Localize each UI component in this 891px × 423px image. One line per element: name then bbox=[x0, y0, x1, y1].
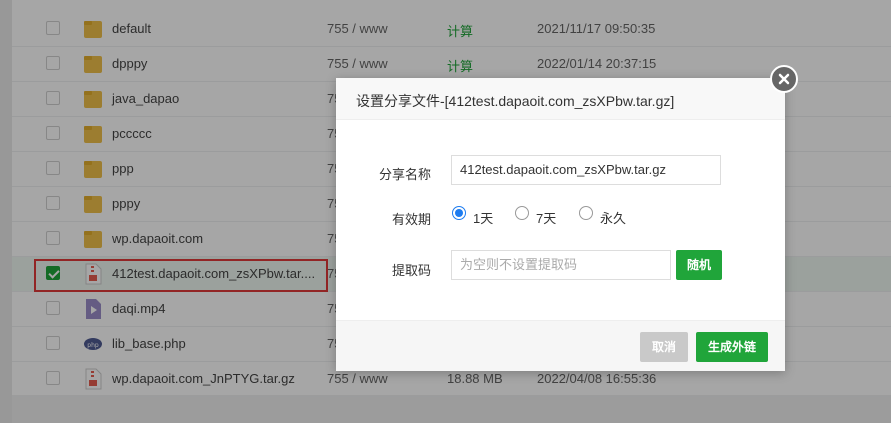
extraction-code-label: 提取码 bbox=[391, 263, 431, 278]
generate-link-button[interactable]: 生成外链 bbox=[696, 332, 768, 362]
validity-option-1-day[interactable]: 1天 bbox=[473, 208, 493, 227]
extraction-code-input[interactable]: 为空则不设置提取码 bbox=[451, 250, 671, 280]
share-name-label: 分享名称 bbox=[378, 167, 431, 182]
validity-option-permanent[interactable]: 永久 bbox=[600, 208, 626, 227]
close-icon[interactable] bbox=[770, 65, 798, 93]
validity-radio-permanent[interactable] bbox=[579, 206, 593, 220]
validity-label: 有效期 bbox=[391, 212, 431, 227]
dialog-header: 设置分享文件-[412test.dapaoit.com_zsXPbw.tar.g… bbox=[336, 78, 785, 120]
cancel-button[interactable]: 取消 bbox=[640, 332, 688, 362]
validity-radio-1-day[interactable] bbox=[452, 206, 466, 220]
dialog-title: 设置分享文件-[412test.dapaoit.com_zsXPbw.tar.g… bbox=[356, 93, 675, 109]
validity-radio-7-day[interactable] bbox=[515, 206, 529, 220]
share-name-input[interactable]: 412test.dapaoit.com_zsXPbw.tar.gz bbox=[451, 155, 721, 185]
share-file-dialog: 设置分享文件-[412test.dapaoit.com_zsXPbw.tar.g… bbox=[336, 78, 785, 371]
dialog-footer: 取消 生成外链 bbox=[336, 320, 785, 371]
validity-option-7-day[interactable]: 7天 bbox=[536, 208, 556, 227]
random-code-button[interactable]: 随机 bbox=[676, 250, 722, 280]
